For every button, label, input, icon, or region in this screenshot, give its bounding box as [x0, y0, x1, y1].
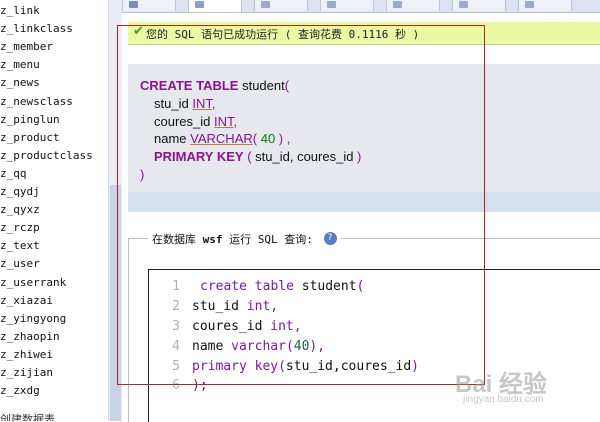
export-icon — [393, 1, 402, 8]
sidebar-item-z-member[interactable]: z_member — [0, 40, 53, 53]
sidebar-item-z-rczp[interactable]: z_rczp — [0, 221, 40, 234]
sidebar-item-z-productclass[interactable]: z_productclass — [0, 149, 93, 162]
top-tab-strip — [122, 0, 600, 13]
code-line-2: stu_id int, — [192, 299, 279, 314]
sidebar-item-z-xiazai[interactable]: z_xiazai — [0, 294, 53, 307]
sidebar-item-z-qyxz[interactable]: z_qyxz — [0, 203, 40, 216]
tab-sql[interactable] — [188, 0, 242, 12]
tab-query[interactable] — [320, 0, 374, 11]
query-icon — [327, 1, 336, 8]
sidebar-item-z-pinglun[interactable]: z_pinglun — [0, 113, 60, 126]
sidebar-item-z-user[interactable]: z_user — [0, 257, 40, 270]
sql-number: 40 — [260, 131, 276, 146]
tab-export[interactable] — [386, 0, 440, 11]
browse-icon — [129, 1, 138, 8]
sidebar-item-z-news[interactable]: z_news — [0, 76, 40, 89]
sidebar-item-z-text[interactable]: z_text — [0, 239, 40, 252]
database-name: wsf — [202, 233, 223, 246]
legend-suffix: 运行 SQL 查询: — [229, 233, 313, 246]
create-table-link[interactable]: 创建数据表 — [0, 411, 55, 421]
sql-punct: ( — [284, 78, 290, 93]
sidebar-item-z-link[interactable]: z_link — [0, 4, 40, 17]
sql-line-2: stu_id INT, — [154, 96, 216, 111]
line-number: 3 — [172, 319, 180, 334]
baidu-jingyan-watermark: Bai 经验 jingyan.baidu.com — [455, 360, 595, 410]
help-icon[interactable]: ? — [323, 232, 337, 245]
tab-import[interactable] — [452, 0, 506, 11]
sql-type[interactable]: VARCHAR — [190, 131, 253, 146]
sql-pk-columns: stu_id, coures_id — [255, 149, 354, 164]
sql-column: stu_id — [154, 96, 189, 111]
sql-table-name: student — [242, 78, 285, 93]
code-line-6: ); — [192, 378, 208, 393]
sidebar-item-z-qydj[interactable]: z_qydj — [0, 185, 40, 198]
pane-resize-handle[interactable]: ⋮ — [113, 296, 122, 306]
sql-keyword: CREATE TABLE — [140, 78, 239, 93]
sql-punct: ) — [140, 167, 145, 182]
sql-query-legend: 在数据库 wsf 运行 SQL 查询: ? — [148, 228, 341, 248]
sidebar-item-z-zijian[interactable]: z_zijian — [0, 366, 53, 379]
code-line-1: create table student( — [200, 279, 365, 294]
sidebar-item-z-zxdg[interactable]: z_zxdg — [0, 384, 40, 397]
sql-keyword: PRIMARY KEY — [154, 149, 244, 164]
sidebar-item-z-linkclass[interactable]: z_linkclass — [0, 22, 73, 35]
sidebar-item-z-qq[interactable]: z_qq — [0, 167, 27, 180]
sidebar-item-z-zhaopin[interactable]: z_zhaopin — [0, 330, 60, 343]
code-line-4: name varchar(40), — [192, 339, 326, 354]
line-number: 6 — [172, 378, 180, 393]
line-number: 5 — [172, 359, 180, 374]
code-line-3: coures_id int, — [192, 319, 302, 334]
operations-icon — [525, 1, 534, 8]
search-icon — [261, 1, 270, 8]
sql-line-5: PRIMARY KEY ( stu_id, coures_id ) — [154, 149, 362, 164]
sidebar-item-z-yingyong[interactable]: z_yingyong — [0, 312, 66, 325]
sidebar-item-z-userrank[interactable]: z_userrank — [0, 276, 66, 289]
sql-line-6: ) — [140, 167, 144, 182]
sql-type[interactable]: INT — [192, 96, 212, 111]
tab-browse[interactable] — [122, 0, 176, 11]
sql-line-3: coures_id INT, — [154, 114, 238, 129]
sidebar-item-z-menu[interactable]: z_menu — [0, 58, 40, 71]
checkmark-icon: ✔ — [133, 24, 144, 39]
sql-column: coures_id — [154, 114, 211, 129]
code-line-5: primary key(stu_id,coures_id) — [192, 359, 419, 374]
legend-prefix: 在数据库 — [152, 233, 196, 246]
sidebar-item-z-newsclass[interactable]: z_newsclass — [0, 95, 73, 108]
line-number: 1 — [172, 279, 180, 294]
formatted-sql-footer — [128, 192, 600, 212]
sql-icon — [195, 1, 204, 8]
sidebar-item-z-product[interactable]: z_product — [0, 131, 60, 144]
watermark-url: jingyan.baidu.com — [463, 394, 544, 405]
sql-column: name — [154, 131, 187, 146]
tab-operations[interactable] — [518, 0, 572, 11]
line-number: 4 — [172, 339, 180, 354]
success-message: ✔ 您的 SQL 语句已成功运行 ( 查询花费 0.1116 秒 ) — [128, 22, 600, 45]
table-list-sidebar: z_link z_linkclass z_member z_menu z_news z_n… — [0, 0, 109, 421]
line-number: 2 — [172, 299, 180, 314]
sql-type[interactable]: INT — [214, 114, 234, 129]
sql-line-4: name VARCHAR( 40 ) , — [154, 131, 291, 146]
tab-search[interactable] — [254, 0, 308, 11]
success-text: 您的 SQL 语句已成功运行 ( 查询花费 0.1116 秒 ) — [146, 28, 420, 41]
import-icon — [459, 1, 468, 8]
sidebar-item-z-zhiwei[interactable]: z_zhiwei — [0, 348, 53, 361]
sql-line-1: CREATE TABLE student( — [140, 78, 289, 93]
